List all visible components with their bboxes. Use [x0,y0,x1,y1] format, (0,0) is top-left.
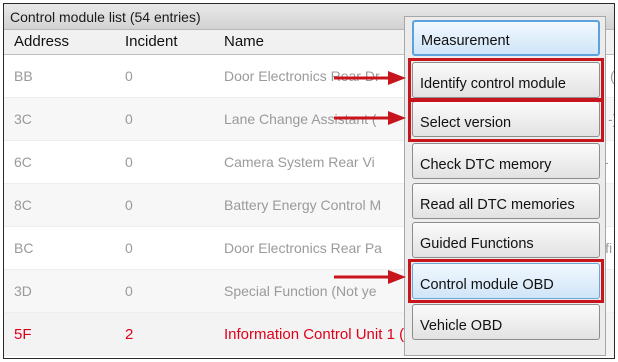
row-address: 3C [14,111,32,127]
row-address: 6C [14,154,32,170]
measurement-button[interactable]: Measurement [412,20,600,56]
check-dtc-memory-button[interactable]: Check DTC memory [412,143,600,179]
row-incident: 0 [125,111,133,127]
vehicle-obd-button[interactable]: Vehicle OBD [412,304,600,340]
column-header-incident[interactable]: Incident [125,33,178,50]
row-incident: 2 [125,326,134,343]
row-name: Door Electronics Rear Pa [224,240,382,256]
row-address: 5F [14,326,32,343]
right-arrow-icon [334,270,406,284]
guided-functions-button[interactable]: Guided Functions [412,222,600,258]
row-address: BC [14,240,34,256]
row-incident: 0 [125,240,133,256]
row-name: Special Function (Not ye [224,283,377,299]
row-address: BB [14,68,33,84]
row-overflow-text: (- [610,68,615,84]
column-header-name[interactable]: Name [224,33,264,50]
right-arrow-icon [334,111,406,125]
control-module-obd-button[interactable]: Control module OBD [412,263,600,299]
select-version-button[interactable]: Select version [412,101,600,137]
identify-control-module-button[interactable]: Identify control module [412,62,600,98]
row-incident: 0 [125,68,133,84]
column-header-address[interactable]: Address [14,33,69,50]
row-incident: 0 [125,197,133,213]
row-name: Camera System Rear Vi [224,154,375,170]
row-incident: 0 [125,283,133,299]
control-module-list-window: Control module list (54 entries) Address… [3,3,615,359]
row-name: Battery Energy Control M [224,197,382,213]
context-menu: Measurement Identify control module Sele… [404,16,606,356]
right-arrow-icon [334,71,406,85]
row-address: 3D [14,283,32,299]
row-overflow-text: -) [608,111,614,127]
row-incident: 0 [125,154,133,170]
row-address: 8C [14,197,32,213]
read-all-dtc-memories-button[interactable]: Read all DTC memories [412,183,600,219]
